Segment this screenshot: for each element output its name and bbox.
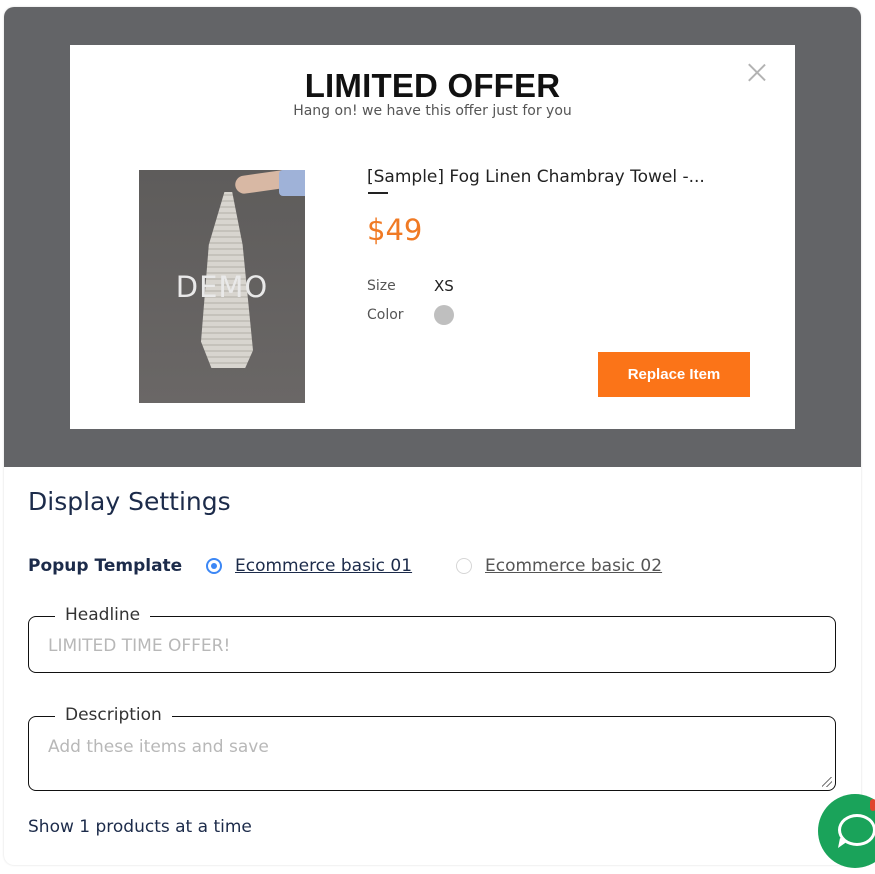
headline-label: Headline (55, 605, 151, 625)
sleeve-graphic (279, 170, 305, 196)
product-name[interactable]: [Sample] Fog Linen Chambray Towel -... (367, 167, 705, 187)
description-label: Description (55, 705, 172, 725)
template-option-01[interactable]: Ecommerce basic 01 (235, 556, 412, 576)
headline-field: Headline (28, 605, 836, 673)
headline-input[interactable] (48, 635, 825, 657)
product-image: DEMO (139, 170, 305, 403)
size-label: Size (367, 278, 396, 294)
resize-handle[interactable] (822, 777, 832, 787)
demo-watermark: DEMO (175, 270, 269, 304)
offer-subtitle: Hang on! we have this offer just for you (293, 103, 572, 119)
replace-item-button[interactable]: Replace Item (598, 352, 750, 397)
settings-card: LIMITED OFFER Hang on! we have this offe… (4, 7, 861, 865)
offer-title: LIMITED OFFER (304, 67, 561, 104)
size-value[interactable]: XS (434, 277, 454, 295)
show-count-label: Show 1 products at a time (28, 817, 252, 837)
template-radio-02[interactable] (456, 558, 472, 574)
description-input[interactable] (48, 737, 825, 777)
offer-popup: LIMITED OFFER Hang on! we have this offe… (70, 45, 795, 429)
popup-template-label: Popup Template (28, 556, 183, 576)
template-option-02[interactable]: Ecommerce basic 02 (485, 556, 662, 576)
template-radio-01[interactable] (206, 558, 222, 574)
color-label: Color (367, 307, 404, 323)
product-name-underline (368, 192, 388, 194)
display-settings-title: Display Settings (28, 487, 231, 516)
product-price: $49 (367, 213, 423, 247)
popup-preview: LIMITED OFFER Hang on! we have this offe… (4, 7, 861, 467)
color-swatch[interactable] (434, 305, 454, 325)
description-field: Description (28, 705, 836, 791)
notification-dot (870, 799, 875, 811)
